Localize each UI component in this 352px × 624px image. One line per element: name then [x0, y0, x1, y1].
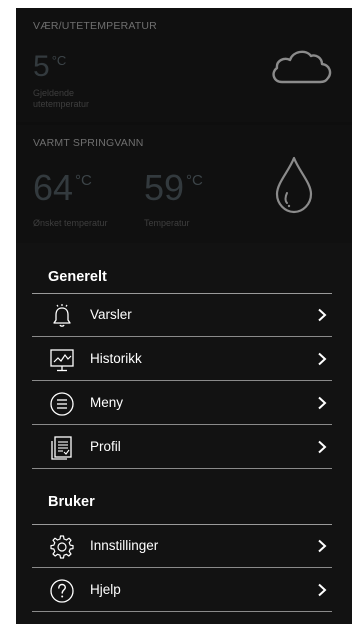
- history-chart-icon: [49, 347, 75, 373]
- menu-item-label: Meny: [90, 395, 124, 410]
- current-temperature: 59 °C: [144, 170, 203, 206]
- menu-item-label: Innstillinger: [90, 538, 159, 553]
- menu-item-divider: [32, 336, 332, 337]
- weather-card-title: VÆR/UTETEMPERATUR: [33, 20, 157, 32]
- chevron-right-icon: [316, 583, 328, 597]
- hot-water-card-title: VARMT SPRINGVANN: [33, 137, 144, 149]
- outdoor-temperature-value: 5: [33, 50, 50, 83]
- menu-item-divider: [32, 424, 332, 425]
- cloud-icon: [268, 46, 332, 91]
- menu-item-divider: [32, 380, 332, 381]
- chevron-right-icon: [316, 440, 328, 454]
- outdoor-temperature-label-line2: utetemperatur: [33, 99, 90, 109]
- outdoor-temperature-label-line1: Gjeldende: [33, 88, 75, 98]
- menu-item-historikk[interactable]: Historikk: [32, 338, 332, 381]
- section-title-general: Generelt: [48, 269, 107, 285]
- menu-item-divider: [32, 468, 332, 469]
- outdoor-temperature-label: Gjeldende utetemperatur: [33, 88, 89, 110]
- chevron-right-icon: [316, 539, 328, 553]
- menu-item-meny[interactable]: Meny: [32, 382, 332, 425]
- section-title-user: Bruker: [48, 494, 95, 510]
- gear-icon: [49, 534, 75, 560]
- menu-list-icon: [49, 391, 75, 417]
- menu-item-label: Varsler: [90, 307, 132, 322]
- menu-item-varsler[interactable]: Varsler: [32, 294, 332, 337]
- outdoor-temperature: 5 °C: [33, 52, 66, 82]
- profile-document-icon: [49, 435, 75, 461]
- chevron-right-icon: [316, 396, 328, 410]
- current-temperature-label: Temperatur: [144, 218, 190, 228]
- weather-card[interactable]: VÆR/UTETEMPERATUR 5 °C Gjeldende utetempe…: [16, 8, 352, 122]
- navigation-menu: Generelt Varsler Historikk Meny Profil B…: [16, 243, 352, 624]
- app-screen: VÆR/UTETEMPERATUR 5 °C Gjeldende utetempe…: [16, 8, 352, 624]
- menu-item-innstillinger[interactable]: Innstillinger: [32, 525, 332, 568]
- water-drop-icon: [273, 155, 315, 220]
- hot-water-card[interactable]: VARMT SPRINGVANN 64 °C Ønsket temperatur …: [16, 125, 352, 243]
- menu-item-label: Historikk: [90, 351, 142, 366]
- bell-icon: [49, 303, 75, 329]
- menu-item-hjelp[interactable]: Hjelp: [32, 569, 332, 612]
- desired-temperature: 64 °C: [33, 170, 92, 206]
- chevron-right-icon: [316, 352, 328, 366]
- desired-temperature-unit: °C: [75, 172, 92, 189]
- menu-item-label: Profil: [90, 439, 121, 454]
- desired-temperature-value: 64: [33, 167, 74, 208]
- menu-item-label: Hjelp: [90, 582, 121, 597]
- menu-item-divider: [32, 567, 332, 568]
- current-temperature-value: 59: [144, 167, 185, 208]
- current-temperature-unit: °C: [186, 172, 203, 189]
- help-icon: [49, 578, 75, 604]
- menu-item-divider: [32, 611, 332, 612]
- outdoor-temperature-unit: °C: [51, 53, 67, 68]
- menu-item-profil[interactable]: Profil: [32, 426, 332, 469]
- chevron-right-icon: [316, 308, 328, 322]
- desired-temperature-label: Ønsket temperatur: [33, 218, 108, 228]
